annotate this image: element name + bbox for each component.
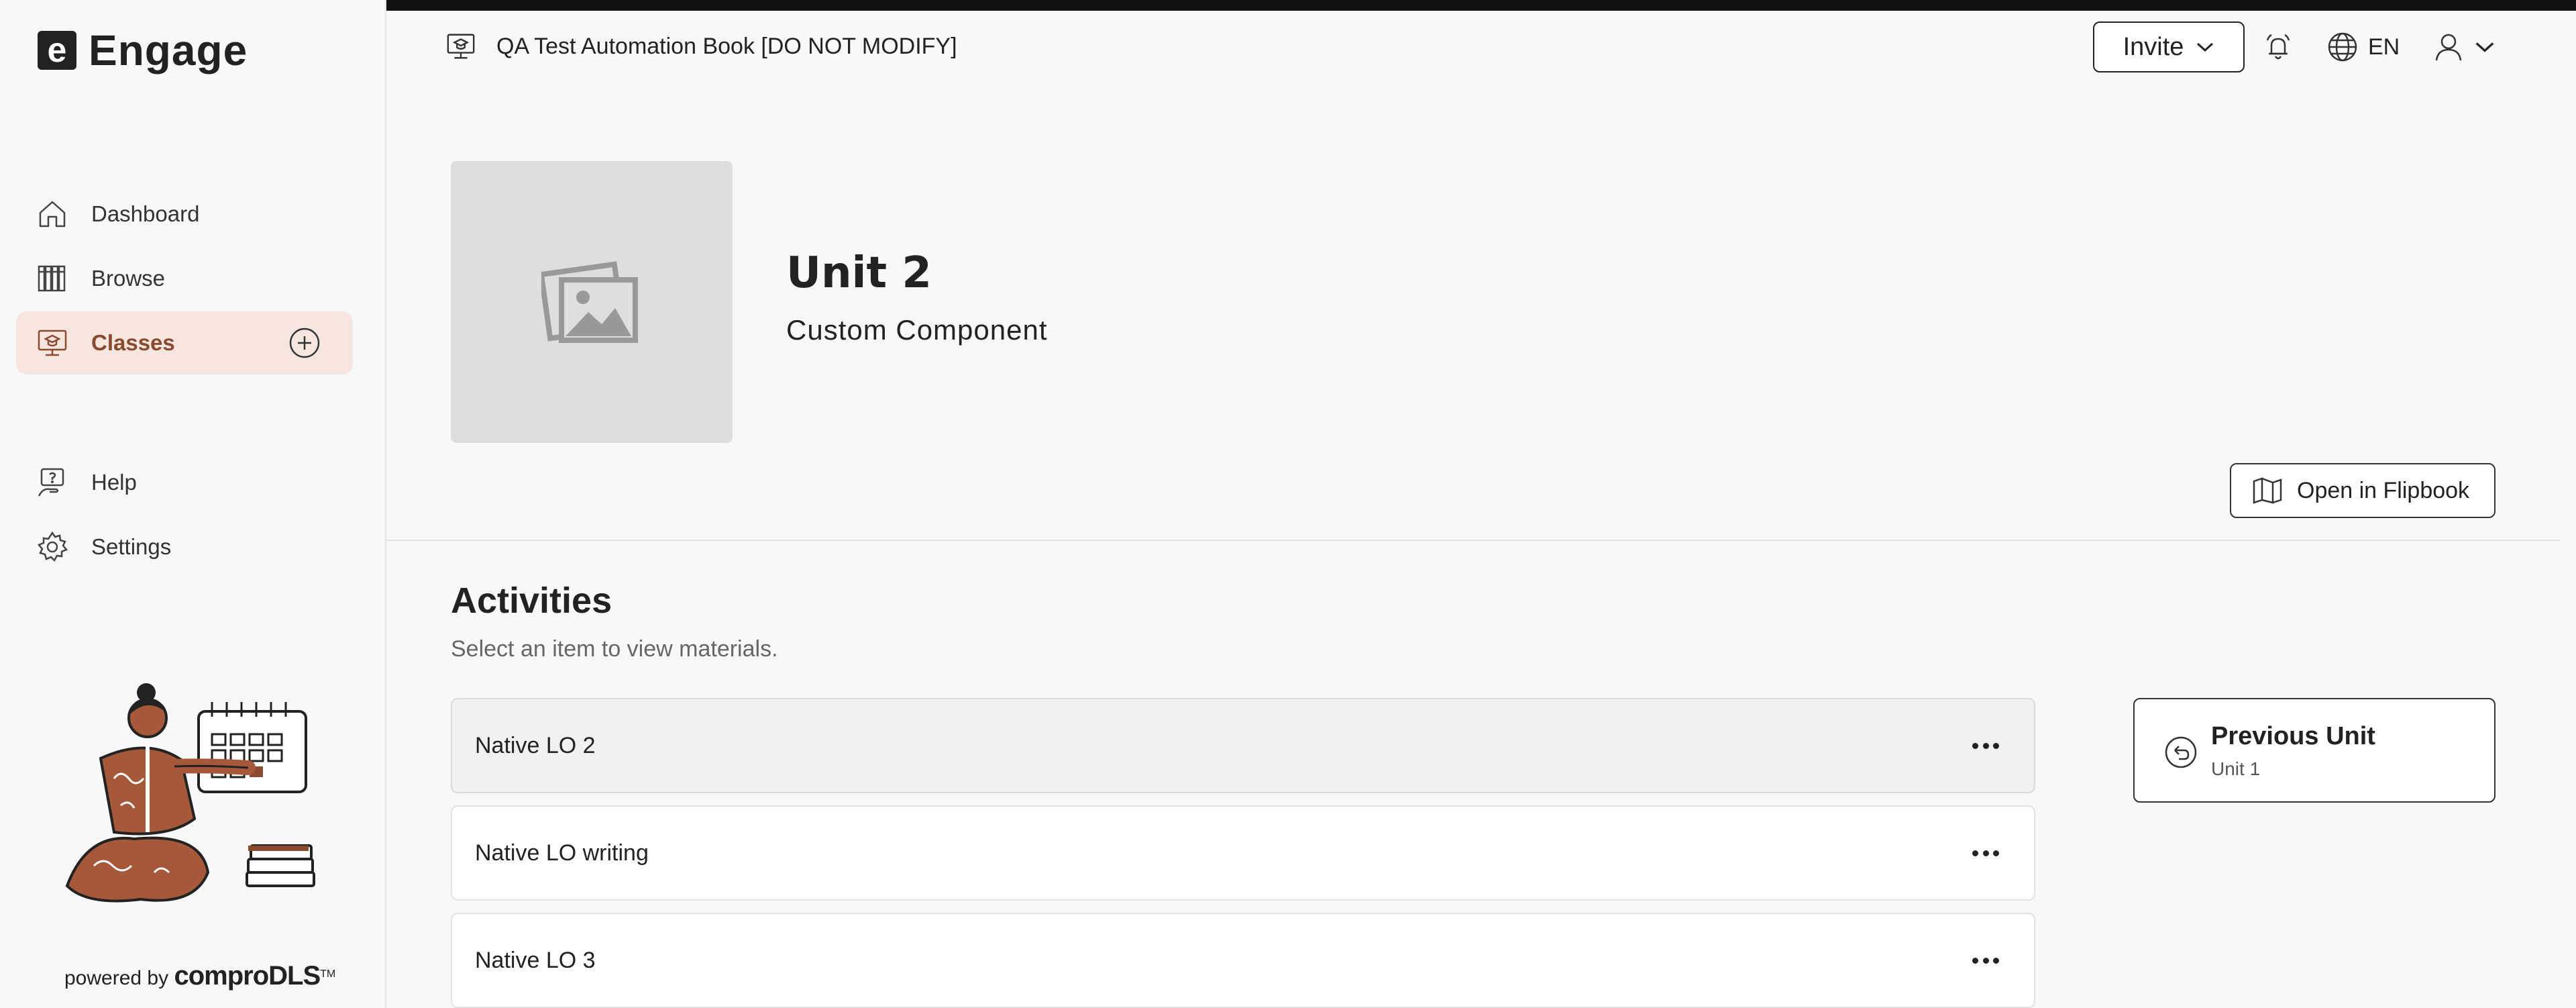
user-icon [2435,34,2462,61]
activity-item[interactable]: Native LO 2 [451,698,2035,793]
home-icon [39,201,66,228]
unit-title: Unit 2 [786,248,932,298]
unit-subtitle: Custom Component [786,314,1048,346]
sidebar-item-label: Browse [91,266,166,291]
book-header: QA Test Automation Book [DO NOT MODIFY] [445,31,957,62]
activity-label: Native LO writing [475,840,649,866]
app-name: Engage [89,26,248,74]
powered-by: powered by comproDLSTM [64,961,335,991]
sidebar-item-classes[interactable]: Classes [16,311,353,374]
back-arrow-icon [2165,736,2197,768]
language-selector[interactable]: EN [2326,31,2400,63]
trademark: TM [320,968,336,980]
powered-by-text: powered by [64,967,169,989]
globe-icon [2328,32,2357,62]
classroom-icon [447,34,475,59]
activity-item[interactable]: Native LO writing [451,805,2035,901]
main-content: QA Test Automation Book [DO NOT MODIFY] … [386,0,2576,1008]
flipbook-icon [2253,477,2282,504]
activity-item[interactable]: Native LO 3 [451,913,2035,1008]
sidebar-item-dashboard[interactable]: Dashboard [16,183,353,246]
invite-button[interactable]: Invite [2093,21,2245,72]
invite-label: Invite [2123,32,2184,61]
more-options-icon[interactable] [1972,950,1999,970]
sidebar-item-label: Settings [91,534,172,559]
activities-subtitle: Select an item to view materials. [451,636,778,662]
more-options-icon[interactable] [1972,843,1999,863]
chevron-down-icon [2197,42,2214,52]
top-bar [386,0,2576,11]
brand-name: comproDLS [174,961,321,991]
more-options-icon[interactable] [1972,736,1999,756]
section-divider [386,540,2560,541]
activities-title: Activities [451,581,612,621]
chevron-down-icon [2475,42,2494,52]
activity-label: Native LO 2 [475,732,596,758]
previous-unit-button[interactable]: Previous Unit Unit 1 [2133,698,2496,803]
app-logo[interactable]: e Engage [38,26,248,75]
add-class-button[interactable] [288,327,321,359]
flipbook-label: Open in Flipbook [2297,477,2470,503]
previous-unit-name: Unit 1 [2211,758,2261,779]
activity-label: Native LO 3 [475,947,596,973]
sidebar: e Engage Dashboard Browse Classes Help S… [0,0,386,1008]
alarm-bell-icon[interactable] [2262,31,2294,63]
classroom-icon [38,330,67,356]
help-icon [38,468,64,497]
sidebar-item-label: Dashboard [91,201,200,226]
book-title: QA Test Automation Book [DO NOT MODIFY] [496,33,957,59]
logo-mark: e [38,31,76,70]
language-label: EN [2368,34,2400,60]
unit-thumbnail [451,161,733,443]
gear-icon [37,531,68,562]
sidebar-item-settings[interactable]: Settings [16,515,353,578]
books-icon [38,265,66,292]
user-menu[interactable] [2432,31,2496,63]
sidebar-item-label: Help [91,470,137,495]
sidebar-item-help[interactable]: Help [16,451,353,514]
sidebar-item-label: Classes [91,330,175,355]
sidebar-item-browse[interactable]: Browse [16,247,353,310]
previous-unit-label: Previous Unit [2211,722,2375,750]
image-placeholder-icon [541,261,638,343]
teacher-illustration [65,683,315,903]
open-flipbook-button[interactable]: Open in Flipbook [2230,463,2496,518]
